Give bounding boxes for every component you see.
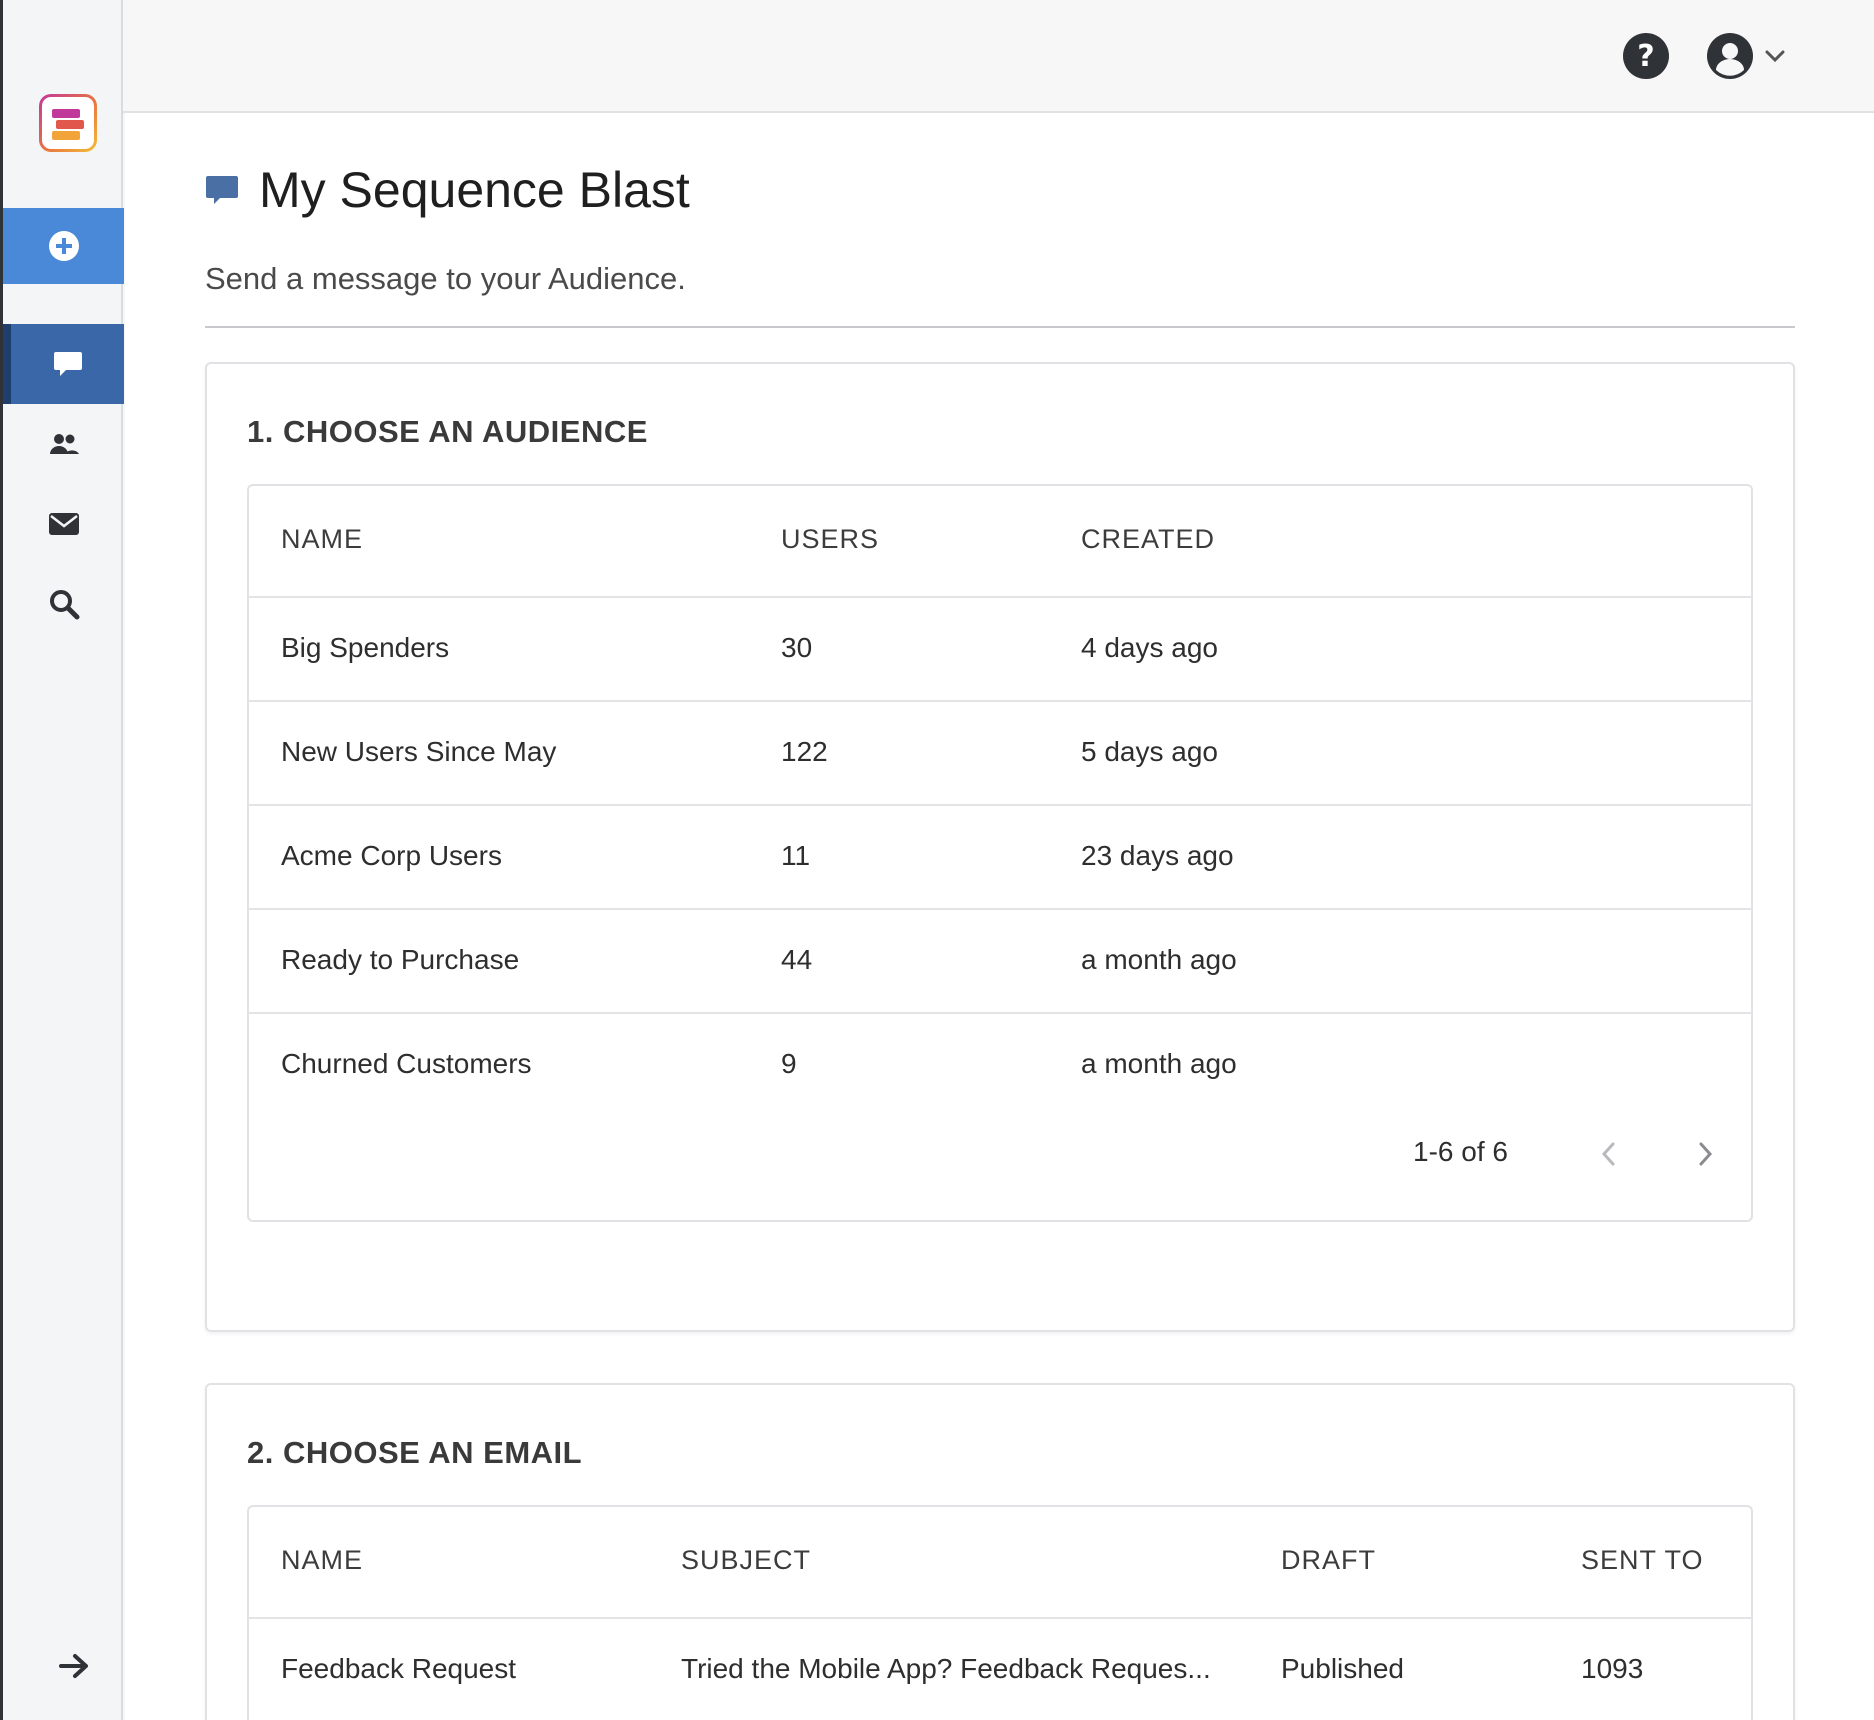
audience-created: 4 days ago — [1081, 632, 1218, 663]
logo-mark — [42, 97, 94, 149]
sidebar-item-people[interactable] — [3, 404, 124, 484]
pagination-label: 1-6 of 6 — [1413, 1136, 1508, 1167]
sidebar-item-add[interactable] — [3, 208, 124, 284]
main-content: My Sequence Blast Send a message to your… — [125, 113, 1874, 1720]
sidebar-expand-button[interactable] — [3, 1636, 124, 1696]
audience-name: Big Spenders — [281, 632, 450, 663]
audience-row[interactable]: Acme Corp Users 11 23 days ago — [249, 806, 1751, 910]
column-header-name[interactable]: NAME — [281, 1545, 363, 1576]
email-row[interactable]: Feedback Request Tried the Mobile App? F… — [249, 1619, 1751, 1720]
help-button[interactable]: ? — [1622, 32, 1670, 80]
audience-row[interactable]: Churned Customers 9 a month ago — [249, 1014, 1751, 1118]
column-header-users[interactable]: USERS — [781, 524, 879, 555]
column-header-subject[interactable]: SUBJECT — [681, 1545, 811, 1576]
page-subtitle: Send a message to your Audience. — [205, 261, 686, 296]
chat-bubble-icon — [53, 352, 82, 376]
svg-text:?: ? — [1637, 39, 1654, 74]
audience-name: Ready to Purchase — [281, 944, 520, 975]
email-draft-status: Published — [1281, 1653, 1404, 1684]
audience-name: New Users Since May — [281, 736, 557, 767]
envelope-icon — [48, 513, 79, 535]
audience-created: 5 days ago — [1081, 736, 1218, 767]
sidebar — [0, 0, 124, 1720]
title-row: My Sequence Blast — [205, 161, 690, 219]
sidebar-item-email[interactable] — [3, 484, 124, 564]
next-page-button[interactable] — [1685, 1134, 1725, 1174]
email-card: 2. CHOOSE AN EMAIL NAME SUBJECT DRAFT SE… — [205, 1383, 1795, 1720]
email-name: Feedback Request — [281, 1653, 517, 1684]
audience-table-header: NAME USERS CREATED — [249, 486, 1751, 598]
user-menu[interactable] — [1706, 32, 1802, 80]
audience-name: Churned Customers — [281, 1048, 532, 1079]
audience-card: 1. CHOOSE AN AUDIENCE NAME USERS CREATED… — [205, 362, 1795, 1332]
audience-name: Acme Corp Users — [281, 840, 502, 871]
column-header-sent-to[interactable]: SENT TO — [1581, 1545, 1704, 1576]
chevron-right-icon — [1699, 1142, 1713, 1166]
chevron-left-icon — [1601, 1142, 1615, 1166]
sidebar-item-messages[interactable] — [3, 324, 124, 404]
chevron-down-icon — [1765, 50, 1785, 63]
audience-created: 23 days ago — [1081, 840, 1234, 871]
users-icon — [49, 434, 79, 454]
app-logo[interactable] — [39, 94, 97, 152]
audience-users: 30 — [781, 632, 813, 663]
previous-page-button[interactable] — [1589, 1134, 1629, 1174]
email-table-header: NAME SUBJECT DRAFT SENT TO — [249, 1507, 1751, 1619]
email-table: NAME SUBJECT DRAFT SENT TO Feedback Requ… — [247, 1505, 1753, 1720]
top-bar: ? — [123, 0, 1874, 113]
email-sent-to: 1093 — [1581, 1653, 1644, 1684]
audience-table: NAME USERS CREATED Big Spenders 30 4 day… — [247, 484, 1753, 1222]
sidebar-item-search[interactable] — [3, 564, 124, 644]
email-heading: 2. CHOOSE AN EMAIL — [247, 1435, 583, 1470]
column-header-name[interactable]: NAME — [281, 524, 363, 555]
search-icon — [49, 590, 79, 620]
header-divider — [205, 326, 1795, 328]
audience-heading: 1. CHOOSE AN AUDIENCE — [247, 414, 648, 449]
page-title: My Sequence Blast — [259, 162, 690, 218]
audience-created: a month ago — [1081, 944, 1237, 975]
audience-row[interactable]: Big Spenders 30 4 days ago — [249, 598, 1751, 702]
audience-row[interactable]: New Users Since May 122 5 days ago — [249, 702, 1751, 806]
audience-users: 44 — [781, 944, 813, 975]
audience-created: a month ago — [1081, 1048, 1237, 1079]
arrow-right-icon — [58, 1654, 88, 1678]
plus-circle-icon — [48, 231, 79, 261]
audience-row[interactable]: Ready to Purchase 44 a month ago — [249, 910, 1751, 1014]
chat-bubble-icon — [206, 176, 238, 204]
column-header-created[interactable]: CREATED — [1081, 524, 1215, 555]
audience-users: 122 — [781, 736, 828, 767]
email-subject: Tried the Mobile App? Feedback Reques... — [681, 1653, 1211, 1684]
column-header-draft[interactable]: DRAFT — [1281, 1545, 1376, 1576]
user-circle-icon — [1707, 33, 1753, 79]
audience-users: 11 — [781, 840, 811, 871]
pagination: 1-6 of 6 — [249, 1110, 1751, 1220]
audience-users: 9 — [781, 1048, 797, 1079]
question-circle-icon: ? — [1623, 33, 1669, 79]
